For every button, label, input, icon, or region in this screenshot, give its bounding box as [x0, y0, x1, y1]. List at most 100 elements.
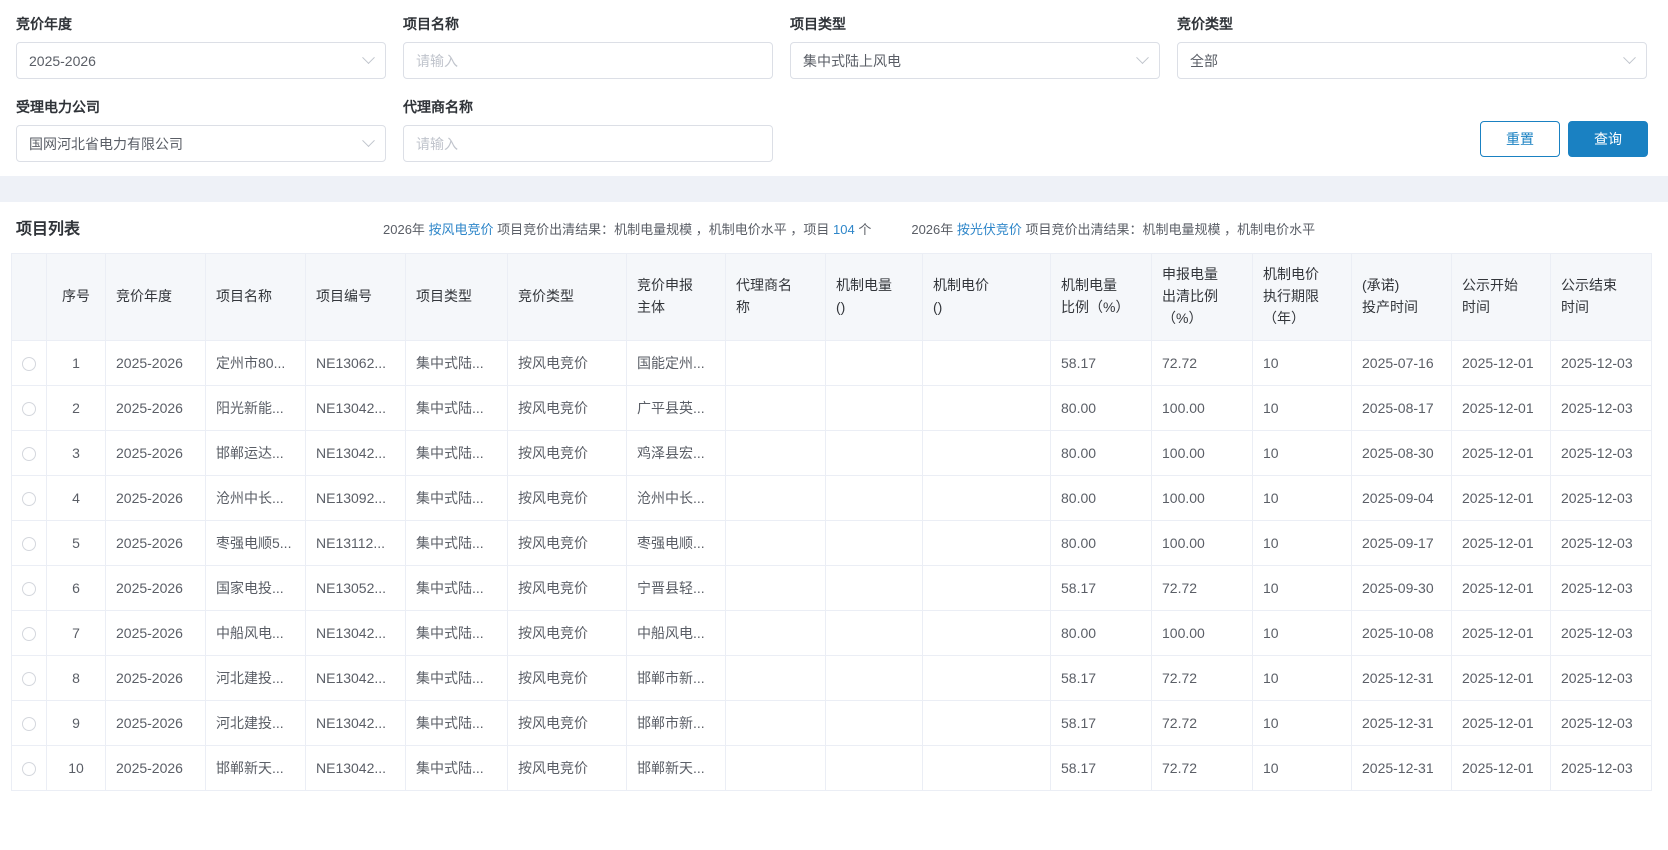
table-cell: NE13092... — [305, 475, 406, 521]
table-cell: 集中式陆... — [405, 565, 508, 611]
wind-auction-notice: 2026年 按风电竞价 项目竞价出清结果：机制电量规模 ，机制电价水平 ，项目 … — [383, 219, 871, 238]
row-radio-button[interactable] — [22, 717, 36, 732]
solar-auction-link[interactable]: 按光伏竞价 — [957, 222, 1022, 237]
row-radio-button[interactable] — [22, 762, 36, 777]
field-power-company: 受理电力公司 国网河北省电力有限公司 — [16, 97, 386, 162]
table-cell: 2025-2026 — [105, 745, 206, 791]
table-row: 3 2025-2026 邯郸运达... NE13042... 集中式陆... 按风电竞价鸡… — [11, 430, 1652, 476]
table-cell — [825, 655, 923, 701]
table-cell: 6 — [46, 565, 106, 611]
table-cell — [825, 475, 923, 521]
table-cell: 河北建投... — [205, 655, 306, 701]
column-header: 机制电价 () — [922, 253, 1051, 341]
table-cell: 按风电竞价 — [507, 565, 627, 611]
project-name-control — [403, 42, 773, 79]
row-radio-button[interactable] — [22, 492, 36, 507]
row-radio-button[interactable] — [22, 627, 36, 642]
table-cell: 10 — [1252, 385, 1352, 431]
table-cell: 80.00 — [1050, 475, 1152, 521]
table-cell: 2025-2026 — [105, 430, 206, 476]
table-cell: 80.00 — [1050, 385, 1152, 431]
table-cell: 集中式陆... — [405, 340, 508, 386]
table-cell: 集中式陆... — [405, 385, 508, 431]
table-row: 6 2025-2026 国家电投... NE13052... 集中式陆... 按风电竞价宁… — [11, 565, 1652, 611]
table-cell: 按风电竞价 — [507, 475, 627, 521]
row-select-cell — [11, 655, 47, 701]
table-cell: 沧州中长... — [626, 475, 726, 521]
table-cell: 2025-09-04 — [1351, 475, 1452, 521]
table-cell: 枣强电顺5... — [205, 520, 306, 566]
table-cell: 2025-12-03 — [1550, 565, 1652, 611]
table-cell: 2025-12-01 — [1451, 430, 1551, 476]
project-type-label: 项目类型 — [790, 16, 846, 32]
table-cell: 2025-12-01 — [1451, 385, 1551, 431]
table-cell: 10 — [1252, 655, 1352, 701]
row-radio-button[interactable] — [22, 447, 36, 462]
wind-auction-link[interactable]: 按风电竞价 — [429, 222, 494, 237]
row-radio-button[interactable] — [22, 672, 36, 687]
table-cell: NE13112... — [305, 520, 406, 566]
column-header: (承诺) 投产时间 — [1351, 253, 1452, 341]
table-cell: 80.00 — [1050, 430, 1152, 476]
table-cell: 72.72 — [1151, 700, 1253, 746]
notice-text: 项目竞价出清结果：机制电量规模 ，机制电价水平 ，项目 — [493, 222, 834, 237]
bid-type-select[interactable]: 全部 — [1177, 42, 1647, 79]
table-cell — [825, 520, 923, 566]
table-cell: 2025-2026 — [105, 340, 206, 386]
field-bid-year: 竞价年度 2025-2026 — [16, 14, 386, 79]
table-cell: 广平县英... — [626, 385, 726, 431]
list-header: 项目列表 2026年 按风电竞价 项目竞价出清结果：机制电量规模 ，机制电价水平… — [0, 202, 1668, 250]
column-header: 序号 — [46, 253, 106, 341]
row-radio-button[interactable] — [22, 357, 36, 372]
search-button[interactable]: 查询 — [1568, 121, 1648, 157]
bid-year-select[interactable]: 2025-2026 — [16, 42, 386, 79]
table-cell: 2025-12-01 — [1451, 565, 1551, 611]
table-cell: 2025-10-08 — [1351, 610, 1452, 656]
reset-button[interactable]: 重置 — [1480, 121, 1560, 157]
column-header: 竞价类型 — [507, 253, 627, 341]
table-cell: 2025-2026 — [105, 655, 206, 701]
table-cell: NE13052... — [305, 565, 406, 611]
notice-suffix: 个 — [854, 222, 872, 237]
table-cell: NE13042... — [305, 745, 406, 791]
project-type-select[interactable]: 集中式陆上风电 — [790, 42, 1160, 79]
row-radio-button[interactable] — [22, 402, 36, 417]
table-cell: 2025-12-31 — [1351, 745, 1452, 791]
table-cell: 按风电竞价 — [507, 385, 627, 431]
table-cell: 邯郸新天... — [205, 745, 306, 791]
table-cell: 10 — [1252, 610, 1352, 656]
table-cell — [922, 565, 1051, 611]
filter-panel: 竞价年度 2025-2026 项目名称 项目类型 集中式陆上风电 竞价类型 全部 — [0, 0, 1668, 176]
power-company-label: 受理电力公司 — [16, 99, 100, 115]
power-company-select[interactable]: 国网河北省电力有限公司 — [16, 125, 386, 162]
table-cell — [922, 475, 1051, 521]
chevron-down-icon — [362, 51, 375, 65]
table-cell: 2025-12-03 — [1550, 655, 1652, 701]
select-column-header — [11, 253, 47, 341]
bid-year-label: 竞价年度 — [16, 16, 72, 32]
table-cell: 10 — [1252, 700, 1352, 746]
table-cell — [725, 745, 826, 791]
section-divider — [0, 176, 1668, 202]
table-cell: 2025-2026 — [105, 700, 206, 746]
table-cell: 4 — [46, 475, 106, 521]
table-cell: 10 — [1252, 520, 1352, 566]
field-project-name: 项目名称 — [403, 14, 773, 79]
project-count-link[interactable]: 104 — [833, 222, 855, 237]
table-cell — [725, 700, 826, 746]
project-name-input[interactable] — [416, 43, 760, 78]
row-select-cell — [11, 430, 47, 476]
table-cell: 按风电竞价 — [507, 700, 627, 746]
table-cell: 按风电竞价 — [507, 610, 627, 656]
field-bid-type: 竞价类型 全部 — [1177, 14, 1647, 79]
table-cell: 河北建投... — [205, 700, 306, 746]
table-cell: 国家电投... — [205, 565, 306, 611]
agent-name-input[interactable] — [416, 126, 760, 161]
power-company-value: 国网河北省电力有限公司 — [29, 135, 183, 152]
table-cell: 中船风电... — [205, 610, 306, 656]
row-select-cell — [11, 340, 47, 386]
table-cell — [922, 340, 1051, 386]
column-header: 机制电量 比例（%） — [1050, 253, 1152, 341]
row-radio-button[interactable] — [22, 582, 36, 597]
row-radio-button[interactable] — [22, 537, 36, 552]
